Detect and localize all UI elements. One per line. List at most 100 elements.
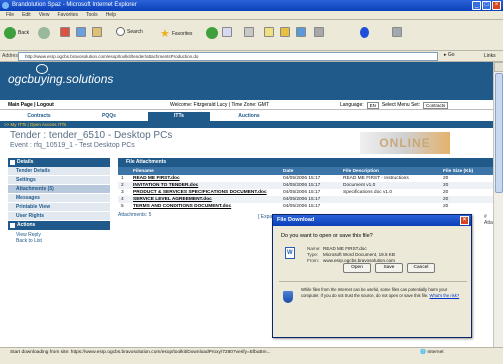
table-row: 1 READ ME FIRST.doc 04/05/2006 15:17 REA…	[118, 175, 493, 182]
search-button[interactable]: Search	[116, 27, 143, 36]
site-banner: ogcbuying.solutions	[0, 62, 493, 100]
cancel-button[interactable]: Cancel	[407, 263, 435, 273]
back-to-list-link[interactable]: Back to List	[16, 238, 102, 244]
file-description: Specifications doc v1.0	[343, 190, 393, 195]
language-select[interactable]: EN	[366, 101, 379, 109]
file-link[interactable]: INVITATION TO TENDER.doc	[130, 182, 280, 189]
print-button[interactable]	[244, 27, 254, 37]
extension-button[interactable]	[392, 27, 402, 37]
scroll-thumb[interactable]	[495, 73, 503, 193]
folder-icon	[280, 27, 290, 37]
file-description: READ ME FIRST - Instructions	[343, 176, 409, 181]
menu-view[interactable]: View	[39, 11, 50, 19]
messenger-icon	[296, 27, 306, 37]
home-button[interactable]	[92, 27, 102, 37]
warning-text: While files from the Internet can be use…	[301, 287, 448, 298]
row-number: 2	[118, 182, 130, 189]
user-bar: Main Page | Logout Welcome: Fitzgerald L…	[0, 100, 493, 110]
refresh-button[interactable]	[76, 27, 86, 37]
tab-auctions[interactable]: Auctions	[218, 112, 280, 121]
file-link[interactable]: READ ME FIRST.doc	[130, 175, 280, 182]
history-button[interactable]	[206, 27, 218, 39]
attach-note: # Attach	[484, 214, 493, 226]
col-size: File Size (Kb)	[440, 167, 493, 175]
favorites-button[interactable]: ★ Favorites	[160, 27, 192, 40]
tab-contracts[interactable]: Contracts	[8, 112, 70, 121]
messenger-button[interactable]	[296, 27, 306, 37]
sidebar-item-tender-details[interactable]: Tender Details	[8, 167, 110, 176]
details-header: Details	[8, 158, 110, 167]
dialog-separator	[279, 281, 467, 282]
file-date: 04/05/2006 15:17	[280, 182, 340, 189]
tools-button[interactable]	[314, 27, 324, 37]
back-button[interactable]: Back	[4, 27, 29, 39]
mail-icon	[222, 27, 232, 37]
search-icon	[116, 27, 125, 36]
col-filename: Filename	[130, 167, 280, 175]
col-description: File Description	[340, 167, 440, 175]
go-button[interactable]: ▸ Go	[444, 52, 455, 58]
address-input[interactable]: http://www.esrp.ogcbs.bravosolution.com/…	[18, 52, 438, 61]
dialog-question: Do you want to open or save this file?	[281, 233, 373, 239]
file-type: Microsoft Word Document, 19.5 KB	[323, 252, 395, 257]
go-label: Go	[447, 52, 455, 58]
site-logo[interactable]: ogcbuying.solutions	[8, 64, 113, 86]
maximize-button[interactable]: □	[482, 1, 491, 10]
sidebar-item-user-rights[interactable]: User Rights	[8, 212, 110, 221]
file-size: 20	[440, 182, 493, 189]
close-button[interactable]: ×	[492, 1, 501, 10]
dialog-title: File Download	[277, 217, 315, 223]
edit-button[interactable]	[264, 27, 274, 37]
folder-button[interactable]	[280, 27, 290, 37]
file-info: Name: READ ME FIRST.doc Type: Microsoft Wo…	[307, 246, 395, 264]
main-logout-links[interactable]: Main Page | Logout	[8, 100, 54, 110]
menu-file[interactable]: File	[6, 11, 14, 19]
logo-swirl-icon	[36, 64, 48, 74]
extension-icon	[392, 27, 402, 37]
bluetooth-button[interactable]	[360, 27, 369, 38]
search-label: Search	[127, 28, 143, 35]
file-download-dialog: File Download × Do you want to open or s…	[272, 214, 472, 338]
links-button[interactable]: Links	[484, 53, 496, 59]
print-icon	[244, 27, 254, 37]
mail-button[interactable]	[222, 27, 232, 37]
dialog-close-button[interactable]: ×	[460, 216, 469, 225]
file-link[interactable]: TERMS AND CONDITIONS DOCUMENT.doc	[130, 203, 280, 210]
sidebar-item-printable-view[interactable]: Printable View	[8, 203, 110, 212]
sidebar-item-settings[interactable]: Settings	[8, 176, 110, 185]
forward-button[interactable]	[38, 27, 50, 39]
menu-favorites[interactable]: Favorites	[57, 11, 78, 19]
menu-help[interactable]: Help	[106, 11, 116, 19]
sub-nav[interactable]: >> My ITTs | Open Access ITTs	[0, 121, 493, 128]
attachments-table: Filename Date File Description File Size…	[118, 167, 493, 210]
minimize-button[interactable]: _	[472, 1, 481, 10]
menu-set-label: Select Menu Set:	[381, 102, 420, 108]
online-logo: ONLINE	[360, 132, 450, 154]
from-label: From:	[307, 258, 319, 263]
file-link[interactable]: SERVICE LEVEL AGREEMENT.doc	[130, 196, 280, 203]
file-date: 04/05/2006 15:17	[283, 176, 321, 181]
sidebar-item-attachments[interactable]: Attachments (5)	[8, 185, 110, 194]
sidebar-item-messages[interactable]: Messages	[8, 194, 110, 203]
risk-link[interactable]: What's the risk?	[430, 293, 460, 298]
star-icon: ★	[160, 28, 170, 40]
actions-header: Actions	[8, 221, 110, 230]
ie-icon	[2, 2, 9, 9]
menu-set-select[interactable]: Contracts	[422, 101, 449, 109]
file-date: 04/05/2006 15:17	[283, 190, 321, 195]
dialog-title-bar: File Download ×	[273, 215, 471, 226]
file-link[interactable]: PRODUCT & SERVICES SPECIFICATIONS DOCUME…	[130, 189, 280, 196]
stop-button[interactable]	[60, 27, 70, 37]
tab-itts[interactable]: ITTs	[148, 112, 210, 121]
file-size: 20	[443, 176, 449, 181]
scroll-up-arrow[interactable]	[494, 62, 503, 72]
security-warning: While files from the Internet can be use…	[301, 287, 465, 298]
menu-edit[interactable]: Edit	[22, 11, 31, 19]
save-button[interactable]: Save	[375, 263, 403, 273]
file-attachments-header: File Attachments	[118, 158, 493, 167]
language-label: Language:	[340, 102, 364, 108]
open-button[interactable]: Open	[343, 263, 371, 273]
tab-pqqs[interactable]: PQQs	[78, 112, 140, 121]
menu-tools[interactable]: Tools	[86, 11, 98, 19]
vertical-scrollbar[interactable]	[493, 62, 503, 347]
